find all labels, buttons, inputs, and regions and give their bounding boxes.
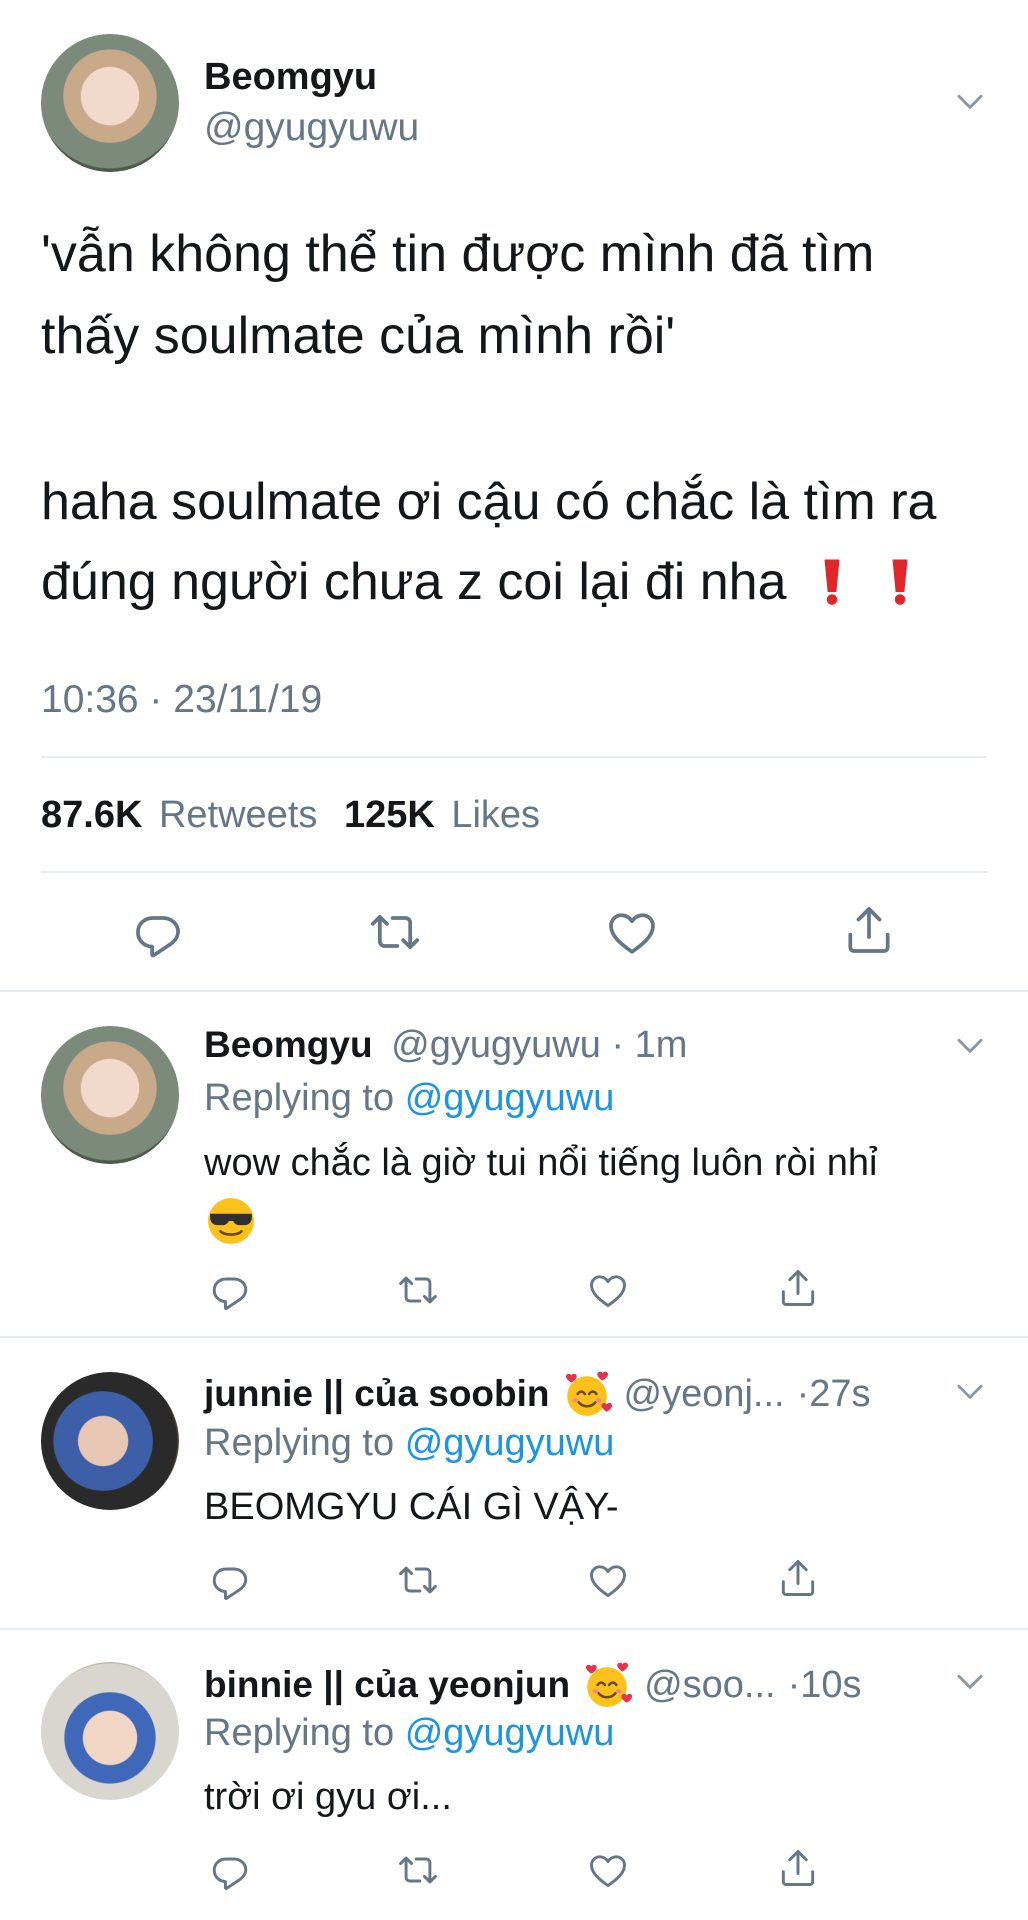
retweet-icon[interactable] <box>396 1558 440 1602</box>
reply-time: 27s <box>809 1372 871 1415</box>
divider <box>41 871 987 873</box>
retweet-icon[interactable] <box>396 1268 440 1312</box>
reply-author-name[interactable]: Beomgyu <box>204 1024 373 1065</box>
sunglasses-emoji-icon <box>206 1196 256 1246</box>
reply-author-handle[interactable]: @soo... <box>644 1664 776 1707</box>
reply-icon[interactable] <box>208 1268 252 1312</box>
reply-icon[interactable] <box>208 1848 252 1892</box>
tweet-stats: 87.6K Retweets 125K Likes <box>41 794 540 837</box>
retweets-count[interactable]: 87.6K <box>41 794 142 836</box>
replying-to-label: Replying to <box>204 1712 395 1754</box>
red-exclamation-emoji-icon <box>885 556 915 608</box>
reply-separator: · <box>787 1663 801 1706</box>
heart-icon[interactable] <box>586 1558 630 1602</box>
divider <box>0 1628 1028 1630</box>
reply-icon[interactable] <box>130 904 186 960</box>
heart-icon[interactable] <box>604 904 660 960</box>
reply-avatar[interactable] <box>41 1662 179 1800</box>
tweet-text-line-4-wrap: đúng người chưa z coi lại đi nha <box>41 552 915 612</box>
share-icon[interactable] <box>776 1556 820 1600</box>
tweet-timestamp: 10:36 · 23/11/19 <box>41 678 323 721</box>
tweet-text-line-3: haha soulmate ơi cậu có chắc là tìm ra <box>41 473 937 531</box>
reply-separator: · <box>796 1372 810 1415</box>
red-exclamation-emoji-icon <box>817 556 847 608</box>
divider <box>0 1336 1028 1338</box>
replying-to-label: Replying to <box>204 1077 395 1119</box>
author-name[interactable]: Beomgyu <box>204 56 377 99</box>
reply-author-name[interactable]: binnie || của yeonjun <box>204 1664 570 1706</box>
replying-to-handle[interactable]: @gyugyuwu <box>405 1712 615 1754</box>
author-handle[interactable]: @gyugyuwu <box>204 106 419 150</box>
tweet-text-line-1: 'vẫn không thể tin được mình đã tìm <box>41 225 875 283</box>
share-icon[interactable] <box>776 1846 820 1890</box>
share-icon[interactable] <box>841 902 897 958</box>
reply-header: Beomgyu @gyugyuwu · 1m <box>204 1024 687 1067</box>
replying-to: Replying to @gyugyuwu <box>204 1077 614 1120</box>
chevron-down-icon[interactable] <box>951 1026 989 1064</box>
reply-text: wow chắc là giờ tui nổi tiếng luôn ròi n… <box>204 1142 878 1184</box>
reply-avatar[interactable] <box>41 1372 179 1510</box>
reply-header: binnie || của yeonjun @soo... · 10s <box>204 1660 862 1710</box>
share-icon[interactable] <box>776 1266 820 1310</box>
replying-to-handle[interactable]: @gyugyuwu <box>405 1077 615 1119</box>
divider <box>41 756 987 758</box>
replying-to-handle[interactable]: @gyugyuwu <box>405 1422 615 1464</box>
retweet-icon[interactable] <box>396 1848 440 1892</box>
retweets-label[interactable]: Retweets <box>159 794 317 836</box>
reply-icon[interactable] <box>208 1558 252 1602</box>
heart-icon[interactable] <box>586 1268 630 1312</box>
replying-to-label: Replying to <box>204 1422 395 1464</box>
reply-author-name[interactable]: junnie || của soobin <box>204 1373 550 1415</box>
chevron-down-icon[interactable] <box>951 1662 989 1700</box>
likes-count[interactable]: 125K <box>344 794 435 836</box>
tweet-text-line-4: đúng người chưa z coi lại đi nha <box>41 553 787 611</box>
reply-time: 10s <box>800 1663 862 1706</box>
replying-to: Replying to @gyugyuwu <box>204 1422 614 1465</box>
reply-text: BEOMGYU CÁI GÌ VẬY- <box>204 1486 619 1528</box>
retweet-icon[interactable] <box>367 904 423 960</box>
replying-to: Replying to @gyugyuwu <box>204 1712 614 1755</box>
chevron-down-icon[interactable] <box>951 1372 989 1410</box>
reply-author-handle[interactable]: @gyugyuwu <box>391 1024 601 1066</box>
reply-avatar[interactable] <box>41 1026 179 1164</box>
smiling-face-with-hearts-emoji-icon <box>582 1660 632 1710</box>
reply-header: junnie || của soobin @yeonj... · 27s <box>204 1369 871 1419</box>
reply-author-handle[interactable]: @yeonj... <box>624 1373 785 1416</box>
chevron-down-icon[interactable] <box>951 82 989 120</box>
heart-icon[interactable] <box>586 1848 630 1892</box>
smiling-face-with-hearts-emoji-icon <box>562 1369 612 1419</box>
likes-label[interactable]: Likes <box>451 794 540 836</box>
divider <box>0 990 1028 992</box>
reply-text: trời ơi gyu ơi... <box>204 1776 452 1818</box>
author-avatar[interactable] <box>41 34 179 172</box>
reply-separator: · <box>611 1024 625 1066</box>
reply-time: 1m <box>634 1024 688 1066</box>
tweet-text-line-2: thấy soulmate của mình rồi' <box>41 307 676 365</box>
